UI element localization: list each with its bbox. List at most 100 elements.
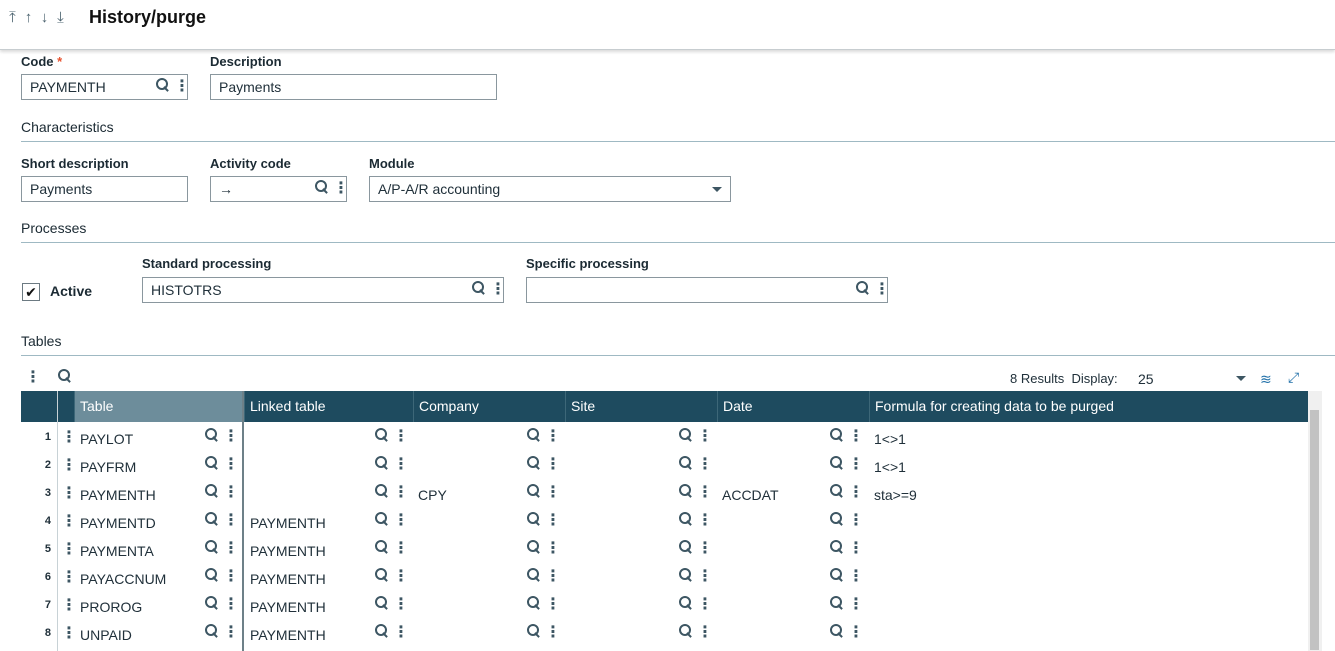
search-icon[interactable]	[375, 624, 388, 637]
more-options-icon[interactable]	[697, 622, 713, 642]
search-icon[interactable]	[205, 456, 218, 469]
more-options-icon[interactable]	[393, 426, 409, 446]
search-icon[interactable]	[527, 484, 540, 497]
more-options-icon[interactable]	[545, 538, 561, 558]
more-options-icon[interactable]	[223, 454, 239, 474]
more-options-icon[interactable]	[393, 538, 409, 558]
specific-processing-field[interactable]	[526, 277, 890, 303]
search-icon[interactable]	[205, 568, 218, 581]
table-row[interactable]: 8 UNPAID PAYMENTH	[21, 620, 1308, 648]
more-options-icon[interactable]	[393, 594, 409, 614]
search-icon[interactable]	[156, 78, 169, 91]
description-field[interactable]: Payments	[210, 74, 497, 100]
linked-table-cell[interactable]: PAYMENTH	[250, 627, 326, 643]
table-row[interactable]: 5 PAYMENTA PAYMENTH	[21, 536, 1308, 564]
search-icon[interactable]	[830, 456, 843, 469]
more-options-icon[interactable]	[393, 510, 409, 530]
search-icon[interactable]	[527, 596, 540, 609]
search-icon[interactable]	[679, 512, 692, 525]
more-options-icon[interactable]	[393, 566, 409, 586]
search-icon[interactable]	[375, 428, 388, 441]
more-options-icon[interactable]	[874, 279, 890, 299]
more-options-icon[interactable]	[697, 482, 713, 502]
table-row[interactable]: 7 PROROG PAYMENTH	[21, 592, 1308, 620]
table-row[interactable]: 4 PAYMENTD PAYMENTH	[21, 508, 1308, 536]
search-icon[interactable]	[830, 596, 843, 609]
row-actions-icon[interactable]	[61, 427, 77, 447]
active-checkbox[interactable]: ✔	[22, 283, 40, 301]
more-options-icon[interactable]	[545, 426, 561, 446]
search-icon[interactable]	[527, 568, 540, 581]
more-options-icon[interactable]	[223, 426, 239, 446]
scroll-thumb[interactable]	[1310, 410, 1319, 650]
short-description-field[interactable]: Payments	[21, 176, 188, 202]
table-row[interactable]: 1 PAYLOT 1<>1	[21, 424, 1308, 452]
more-options-icon[interactable]	[223, 482, 239, 502]
linked-table-cell[interactable]: PAYMENTH	[250, 515, 326, 531]
search-icon[interactable]	[830, 484, 843, 497]
more-options-icon[interactable]	[333, 178, 349, 198]
more-options-icon[interactable]	[223, 594, 239, 614]
search-icon[interactable]	[527, 624, 540, 637]
search-icon[interactable]	[375, 456, 388, 469]
search-icon[interactable]	[830, 568, 843, 581]
search-icon[interactable]	[375, 596, 388, 609]
more-options-icon[interactable]	[848, 510, 864, 530]
code-field[interactable]: PAYMENTH	[21, 74, 190, 100]
search-icon[interactable]	[315, 180, 328, 193]
table-cell[interactable]: PAYMENTH	[80, 487, 156, 503]
search-icon[interactable]	[527, 456, 540, 469]
search-icon[interactable]	[679, 456, 692, 469]
more-options-icon[interactable]	[848, 622, 864, 642]
display-select[interactable]: 25	[1138, 371, 1248, 389]
more-options-icon[interactable]	[697, 510, 713, 530]
more-options-icon[interactable]	[545, 594, 561, 614]
search-icon[interactable]	[679, 428, 692, 441]
row-actions-icon[interactable]	[61, 539, 77, 559]
table-cell[interactable]: PAYACCNUM	[80, 571, 166, 587]
search-icon[interactable]	[527, 428, 540, 441]
formula-cell[interactable]: 1<>1	[874, 431, 906, 447]
layers-icon[interactable]: ≋	[1260, 371, 1272, 388]
search-icon[interactable]	[679, 484, 692, 497]
search-icon[interactable]	[375, 512, 388, 525]
linked-table-cell[interactable]: PAYMENTH	[250, 543, 326, 559]
more-options-icon[interactable]	[697, 538, 713, 558]
more-options-icon[interactable]	[545, 454, 561, 474]
more-options-icon[interactable]	[393, 482, 409, 502]
formula-cell[interactable]: 1<>1	[874, 459, 906, 475]
more-options-icon[interactable]	[174, 76, 190, 96]
table-row[interactable]: 6 PAYACCNUM PAYMENTH	[21, 564, 1308, 592]
search-icon[interactable]	[679, 596, 692, 609]
formula-cell[interactable]: sta>=9	[874, 487, 917, 503]
search-icon[interactable]	[205, 428, 218, 441]
table-cell[interactable]: PAYLOT	[80, 431, 133, 447]
search-icon[interactable]	[205, 596, 218, 609]
more-options-icon[interactable]	[223, 510, 239, 530]
more-options-icon[interactable]	[223, 622, 239, 642]
more-options-icon[interactable]	[697, 566, 713, 586]
search-icon[interactable]	[679, 624, 692, 637]
table-row[interactable]: 3 PAYMENTH CPY ACCDAT sta>=9	[21, 480, 1308, 508]
search-icon[interactable]	[205, 540, 218, 553]
table-cell[interactable]: UNPAID	[80, 627, 132, 643]
row-actions-icon[interactable]	[61, 623, 77, 643]
row-actions-icon[interactable]	[61, 595, 77, 615]
company-cell[interactable]: CPY	[418, 487, 447, 503]
more-options-icon[interactable]	[223, 566, 239, 586]
standard-processing-field[interactable]: HISTOTRS	[142, 277, 506, 303]
search-icon[interactable]	[830, 512, 843, 525]
table-cell[interactable]: PROROG	[80, 599, 142, 615]
linked-table-cell[interactable]: PAYMENTH	[250, 599, 326, 615]
search-icon[interactable]	[205, 512, 218, 525]
search-icon[interactable]	[375, 484, 388, 497]
more-options-icon[interactable]	[848, 454, 864, 474]
date-cell[interactable]: ACCDAT	[722, 487, 779, 503]
table-cell[interactable]: PAYMENTA	[80, 543, 154, 559]
more-options-icon[interactable]	[545, 566, 561, 586]
more-options-icon[interactable]	[545, 482, 561, 502]
next-record-icon[interactable]: ↓	[38, 9, 54, 26]
first-record-icon[interactable]: ⤒	[6, 9, 22, 26]
row-actions-icon[interactable]	[61, 567, 77, 587]
search-icon[interactable]	[527, 540, 540, 553]
